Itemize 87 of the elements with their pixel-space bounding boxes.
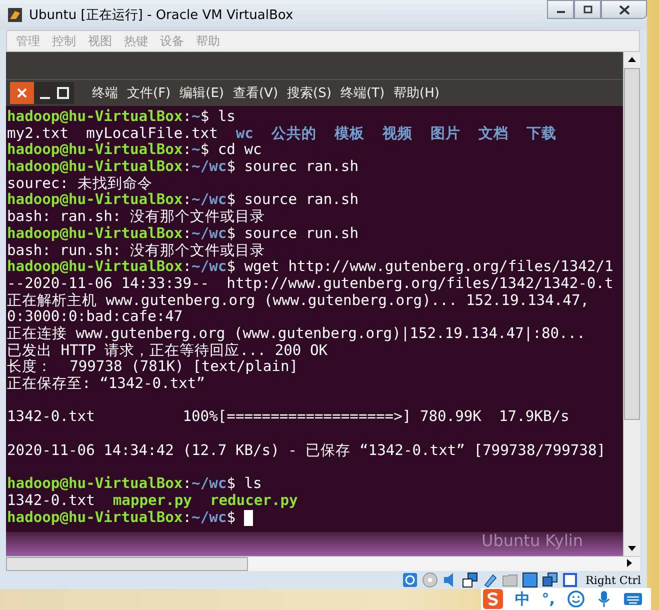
terminal-text: my2.txt myLocalFile.txt xyxy=(7,124,218,142)
display-icon[interactable] xyxy=(522,572,538,588)
input-mode-toggle[interactable]: 中 xyxy=(514,590,530,608)
horizontal-scrollbar[interactable] xyxy=(6,556,640,571)
prompt-user: hadoop@hu-VirtualBox xyxy=(7,475,183,492)
terminal-text: $ ls xyxy=(200,108,236,125)
punctuation-toggle[interactable]: °, xyxy=(542,590,555,608)
prompt-user: hadoop@hu-VirtualBox xyxy=(7,158,183,176)
smiley-icon[interactable] xyxy=(567,590,585,608)
terminal-text: 2020-11-06 14:34:42 (12.7 KB/s) - 已保存 “1342-0.txt” [799738/799738] xyxy=(7,442,606,459)
sogou-logo-icon[interactable] xyxy=(482,589,503,609)
terminal-text: 已发出 HTTP 请求，正在等待回应... 200 OK xyxy=(7,342,328,359)
terminal-text: : xyxy=(182,158,192,176)
disc-icon[interactable] xyxy=(422,572,438,588)
directory-name: 视频 xyxy=(382,124,412,142)
prompt-user: hadoop@hu-VirtualBox xyxy=(7,141,183,158)
directory-name: 文档 xyxy=(478,124,508,142)
microphone-icon[interactable] xyxy=(597,590,611,608)
window-title: Ubuntu [正在运行] - Oracle VM VirtualBox xyxy=(29,7,294,24)
menu-item[interactable]: 文件(F) xyxy=(127,84,171,102)
prompt-user: hadoop@hu-VirtualBox xyxy=(7,191,183,208)
terminal-text: : xyxy=(182,191,192,208)
app-icon xyxy=(7,7,23,23)
terminal-text: 1342-0.txt xyxy=(7,492,95,509)
directory-name: wc xyxy=(236,124,254,142)
terminal-text: 正在解析主机 www.gutenberg.org (www.gutenberg.org)... 152.19.134.47, xyxy=(7,292,590,309)
terminal-text: : xyxy=(182,141,192,158)
prompt-path: ~/wc xyxy=(192,158,227,176)
prompt-path: ~ xyxy=(192,108,200,125)
close-icon xyxy=(16,87,28,99)
terminal-text: : xyxy=(182,108,192,125)
prompt-path: ~/wc xyxy=(192,508,227,526)
terminal-text: $ source ran.sh xyxy=(226,191,358,208)
file-name: mapper.py xyxy=(112,492,192,509)
terminal-text: $ source run.sh xyxy=(226,224,358,242)
terminal-text: 0:3000:0:bad:cafe:47 xyxy=(7,308,183,326)
network-icon[interactable] xyxy=(462,572,478,588)
terminal-text: : xyxy=(182,475,192,492)
terminal-text: : xyxy=(182,508,192,526)
close-icon xyxy=(618,4,630,14)
prompt-path: ~/wc xyxy=(192,475,227,492)
prompt-user: hadoop@hu-VirtualBox xyxy=(7,258,183,276)
terminal-text: $ sourec ran.sh xyxy=(226,158,358,176)
menu-item[interactable]: 搜索(S) xyxy=(287,84,332,102)
prompt-user: hadoop@hu-VirtualBox xyxy=(7,108,183,125)
maximize-icon[interactable] xyxy=(56,86,70,100)
minimize-button[interactable] xyxy=(547,0,574,19)
wallpaper-caption: Ubuntu Kylin xyxy=(482,532,583,550)
file-name: reducer.py xyxy=(210,492,298,509)
menu-item[interactable]: 帮助(H) xyxy=(394,84,440,102)
terminal-text: 1342-0.txt 100%[===================>] 780.99K 17.9KB/s xyxy=(7,408,570,426)
terminal-text: sourec: 未找到命令 xyxy=(7,174,152,192)
terminal-text: bash: ran.sh: 没有那个文件或目录 xyxy=(7,208,266,226)
terminal-text: bash: run.sh: 没有那个文件或目录 xyxy=(7,242,266,258)
terminal-text: 长度： 799738 (781K) [text/plain] xyxy=(7,358,298,376)
terminal-text: 正在保存至: “1342-0.txt” xyxy=(7,375,206,392)
menu-item[interactable]: 终端(T) xyxy=(340,84,385,102)
directory-name: 公共的 xyxy=(271,124,316,142)
menu-item[interactable]: 终端 xyxy=(92,84,118,102)
windows-icon[interactable] xyxy=(542,572,558,588)
terminal-text: $ xyxy=(226,508,236,526)
prompt-path: ~/wc xyxy=(192,191,227,208)
directory-name: 下载 xyxy=(526,124,556,142)
maximize-button[interactable] xyxy=(574,0,601,19)
terminal-text: $ cd wc xyxy=(200,141,262,158)
prompt-user: hadoop@hu-VirtualBox xyxy=(7,224,183,242)
terminal-text: 正在连接 www.gutenberg.org (www.gutenberg.org)|152.19.134.47|:80... xyxy=(7,324,586,342)
host-key-label: Right Ctrl xyxy=(586,574,641,586)
terminal-text: $ ls xyxy=(226,475,262,492)
scroll-thumb[interactable] xyxy=(6,557,248,571)
prompt-path: ~/wc xyxy=(192,258,227,276)
directory-name: 图片 xyxy=(430,124,460,142)
menu-item[interactable]: 编辑(E) xyxy=(180,84,224,102)
maximize-icon xyxy=(582,5,592,14)
scroll-thumb[interactable] xyxy=(624,68,640,420)
prompt-user: hadoop@hu-VirtualBox xyxy=(7,508,183,526)
prompt-path: ~ xyxy=(192,141,200,158)
terminal-text: $ wget http://www.gutenberg.org/files/1342/1 xyxy=(226,258,614,276)
terminal-text: --2020-11-06 14:33:39-- http://www.gutenberg.org/files/1342/1342-0.t xyxy=(7,274,614,292)
close-button[interactable] xyxy=(601,0,647,19)
terminal-text: : xyxy=(182,224,192,242)
directory-name: 模板 xyxy=(334,124,364,142)
vertical-scrollbar[interactable] xyxy=(623,52,640,556)
keyboard-icon[interactable] xyxy=(623,591,643,607)
terminal-text: : xyxy=(182,258,192,276)
menu-item[interactable]: 查看(V) xyxy=(232,84,278,102)
prompt-path: ~/wc xyxy=(192,224,227,242)
